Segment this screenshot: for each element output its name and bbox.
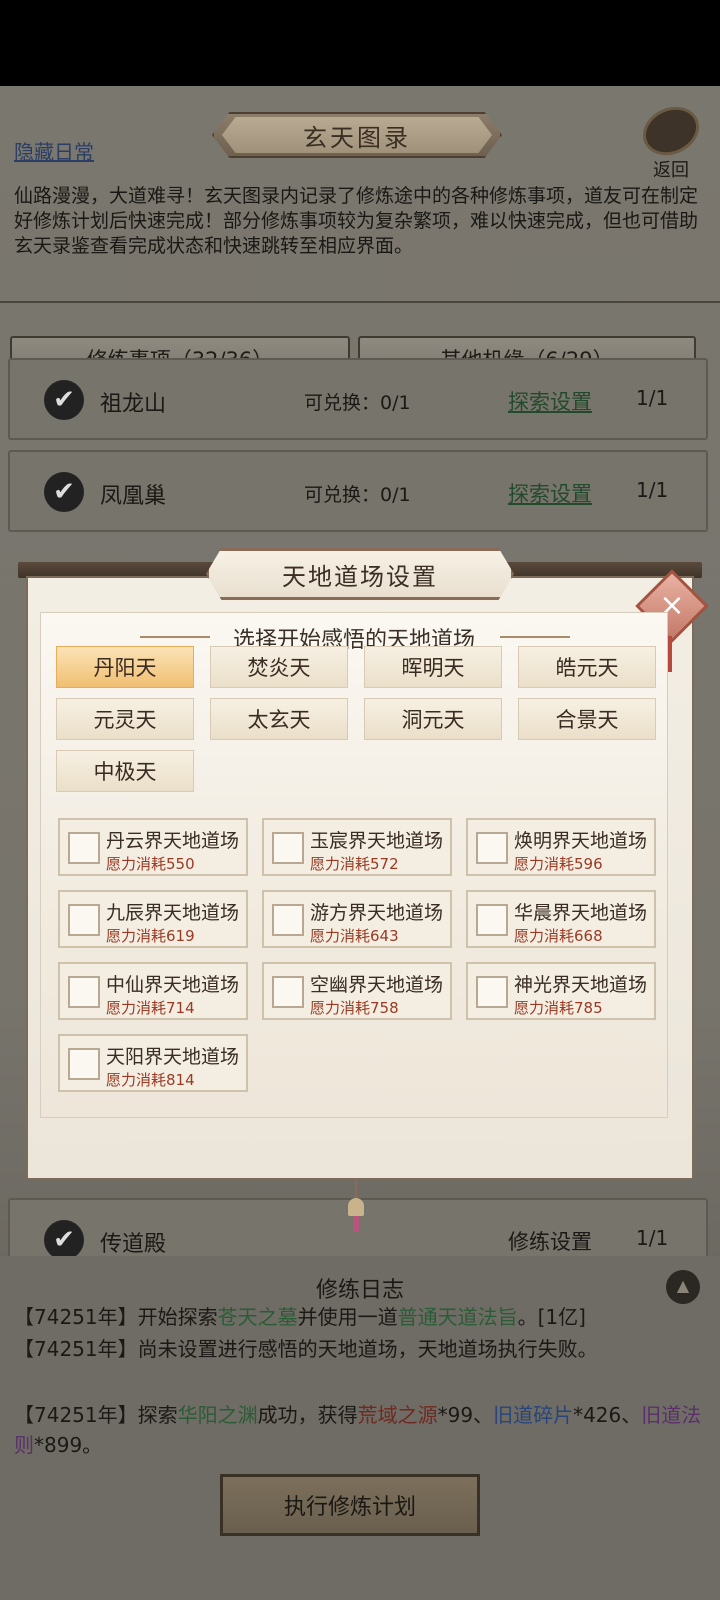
list-item: ✔ 祖龙山 可兑换：0/1 探索设置 1/1 xyxy=(8,358,708,440)
dojo-cost: 愿力消耗814 xyxy=(106,1071,195,1089)
log-entry: 【74251年】开始探索苍天之墓并使用一道普通天道法旨。[1亿] xyxy=(14,1305,586,1329)
list-item: ✔ 凤凰巢 可兑换：0/1 探索设置 1/1 xyxy=(8,450,708,532)
realm-button[interactable]: 太玄天 xyxy=(210,698,348,740)
realm-button[interactable]: 元灵天 xyxy=(56,698,194,740)
dojo-cost: 愿力消耗572 xyxy=(310,855,399,873)
item-count: 1/1 xyxy=(636,1226,669,1250)
realm-button[interactable]: 合景天 xyxy=(518,698,656,740)
item-exchange: 可兑换：0/1 xyxy=(304,484,411,506)
item-name: 传道殿 xyxy=(100,1232,167,1257)
divider xyxy=(0,301,720,303)
dojo-name: 九辰界天地道场 xyxy=(106,902,240,924)
check-icon[interactable]: ✔ xyxy=(44,1220,84,1260)
dojo-option[interactable]: 神光界天地道场愿力消耗785 xyxy=(466,962,656,1020)
item-settings-link[interactable]: 探索设置 xyxy=(508,478,592,508)
dojo-cost: 愿力消耗714 xyxy=(106,999,195,1017)
dojo-cost: 愿力消耗668 xyxy=(514,927,603,945)
dojo-option[interactable]: 玉宸界天地道场愿力消耗572 xyxy=(262,818,452,876)
dojo-option[interactable]: 丹云界天地道场愿力消耗550 xyxy=(58,818,248,876)
realm-button[interactable]: 中极天 xyxy=(56,750,194,792)
dojo-checkbox[interactable] xyxy=(68,976,100,1008)
dojo-checkbox[interactable] xyxy=(476,832,508,864)
item-exchange: 可兑换：0/1 xyxy=(304,392,411,414)
dojo-name: 玉宸界天地道场 xyxy=(310,830,444,852)
dojo-checkbox[interactable] xyxy=(68,904,100,936)
dojo-name: 中仙界天地道场 xyxy=(106,974,240,996)
dojo-option[interactable]: 华晨界天地道场愿力消耗668 xyxy=(466,890,656,948)
dojo-name: 焕明界天地道场 xyxy=(514,830,648,852)
dojo-cost: 愿力消耗550 xyxy=(106,855,195,873)
dojo-name: 丹云界天地道场 xyxy=(106,830,240,852)
collapse-icon[interactable]: ▲ xyxy=(666,1270,700,1304)
dojo-option[interactable]: 空幽界天地道场愿力消耗758 xyxy=(262,962,452,1020)
realm-button[interactable]: 丹阳天 xyxy=(56,646,194,688)
dojo-name: 华晨界天地道场 xyxy=(514,902,648,924)
dojo-cost: 愿力消耗785 xyxy=(514,999,603,1017)
check-icon[interactable]: ✔ xyxy=(44,472,84,512)
realm-button[interactable]: 晖明天 xyxy=(364,646,502,688)
dojo-option[interactable]: 九辰界天地道场愿力消耗619 xyxy=(58,890,248,948)
item-settings-link[interactable]: 探索设置 xyxy=(508,386,592,416)
back-icon xyxy=(634,97,708,165)
dojo-cost: 愿力消耗596 xyxy=(514,855,603,873)
dojo-checkbox[interactable] xyxy=(476,904,508,936)
back-button[interactable]: 返回 xyxy=(634,97,708,181)
dojo-name: 空幽界天地道场 xyxy=(310,974,444,996)
realm-button[interactable]: 皓元天 xyxy=(518,646,656,688)
dojo-checkbox[interactable] xyxy=(68,1048,100,1080)
hidden-daily-link[interactable]: 隐藏日常 xyxy=(14,136,94,165)
dojo-option[interactable]: 天阳界天地道场愿力消耗814 xyxy=(58,1034,248,1092)
realm-button[interactable]: 焚炎天 xyxy=(210,646,348,688)
dojo-name: 神光界天地道场 xyxy=(514,974,648,996)
item-name: 凤凰巢 xyxy=(100,484,167,509)
back-label: 返回 xyxy=(653,160,689,181)
dojo-option[interactable]: 游方界天地道场愿力消耗643 xyxy=(262,890,452,948)
log-title: 修练日志 xyxy=(315,1278,404,1303)
dojo-checkbox[interactable] xyxy=(272,976,304,1008)
item-count: 1/1 xyxy=(636,478,669,502)
execute-plan-button[interactable]: 执行修炼计划 xyxy=(220,1474,480,1536)
dojo-option[interactable]: 焕明界天地道场愿力消耗596 xyxy=(466,818,656,876)
check-icon[interactable]: ✔ xyxy=(44,380,84,420)
status-bar xyxy=(0,0,720,86)
item-settings-link[interactable]: 修练设置 xyxy=(508,1226,592,1256)
dojo-checkbox[interactable] xyxy=(68,832,100,864)
dojo-name: 天阳界天地道场 xyxy=(106,1046,240,1068)
realm-button[interactable]: 洞元天 xyxy=(364,698,502,740)
log-entry: 【74251年】尚未设置进行感悟的天地道场，天地道场执行失败。 xyxy=(14,1337,598,1361)
item-name: 祖龙山 xyxy=(100,392,167,417)
intro-text: 仙路漫漫，大道难寻！玄天图录内记录了修炼途中的各种修炼事项，道友可在制定好修炼计… xyxy=(14,185,699,257)
dojo-name: 游方界天地道场 xyxy=(310,902,444,924)
cultivation-log-panel: 修练日志 ▲ 【74251年】开始探索苍天之墓并使用一道普通天道法旨。[1亿] … xyxy=(0,1256,720,1600)
bell-ornament xyxy=(344,1180,368,1232)
page-title: 玄天图录 xyxy=(222,117,492,153)
dojo-checkbox[interactable] xyxy=(476,976,508,1008)
modal-title: 天地道场设置 xyxy=(206,548,514,600)
item-count: 1/1 xyxy=(636,386,669,410)
dojo-cost: 愿力消耗619 xyxy=(106,927,195,945)
dojo-checkbox[interactable] xyxy=(272,904,304,936)
dojo-checkbox[interactable] xyxy=(272,832,304,864)
dojo-cost: 愿力消耗643 xyxy=(310,927,399,945)
dojo-option[interactable]: 中仙界天地道场愿力消耗714 xyxy=(58,962,248,1020)
log-entry: 【74251年】探索华阳之渊成功，获得荒域之源*99、旧道碎片*426、旧道法则… xyxy=(14,1403,702,1457)
dojo-cost: 愿力消耗758 xyxy=(310,999,399,1017)
